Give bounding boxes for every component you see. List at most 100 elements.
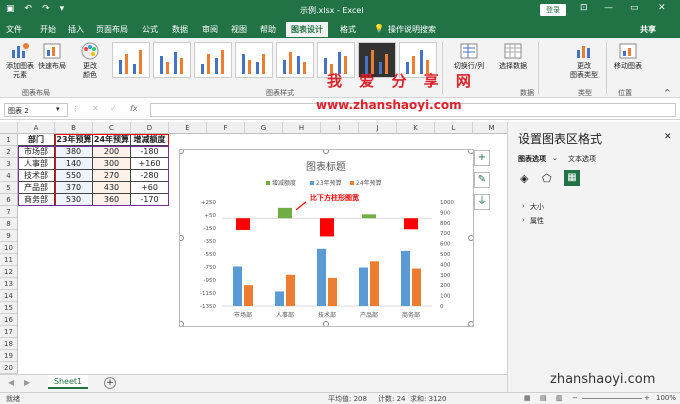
table-cell[interactable]: 140 xyxy=(55,158,93,170)
chart-filter-icon[interactable]: ⏚ xyxy=(474,194,490,210)
tab-view[interactable]: 视图 xyxy=(231,24,247,35)
share-button[interactable]: 共享 xyxy=(640,24,656,35)
expand-properties-icon[interactable]: › xyxy=(522,216,525,224)
enter-icon[interactable]: ✓ xyxy=(110,104,117,113)
column-header[interactable]: H xyxy=(283,122,321,134)
size-properties-icon[interactable]: ▦ xyxy=(564,170,580,186)
pane-close-button[interactable]: ✕ xyxy=(664,132,672,142)
row-header[interactable]: 20 xyxy=(0,362,18,374)
switch-row-column-button[interactable]: 切换行/列 xyxy=(448,42,490,71)
fill-line-icon[interactable]: ◈ xyxy=(520,172,528,185)
tab-chart-design[interactable]: 图表设计 xyxy=(286,22,328,37)
add-sheet-button[interactable]: + xyxy=(104,377,116,389)
table-cell[interactable]: 商务部 xyxy=(18,194,55,206)
column-header[interactable]: A xyxy=(18,122,55,134)
save-icon[interactable]: ▣ xyxy=(6,4,15,14)
table-cell[interactable]: 增减额度 xyxy=(131,134,169,146)
add-chart-element-button[interactable]: 添加图表 元素 xyxy=(6,42,34,80)
quick-layout-button[interactable]: 快速布局 xyxy=(36,42,68,71)
column-header[interactable]: D xyxy=(131,122,169,134)
zoom-slider[interactable] xyxy=(582,398,642,399)
column-header[interactable]: B xyxy=(55,122,93,134)
row-header[interactable]: 3 xyxy=(0,158,18,170)
login-button[interactable]: 登录 xyxy=(540,4,566,16)
table-cell[interactable]: 360 xyxy=(93,194,131,206)
effects-icon[interactable]: ⬠ xyxy=(542,172,552,185)
move-chart-button[interactable]: 移动图表 xyxy=(610,42,646,71)
column-header[interactable]: G xyxy=(245,122,283,134)
tab-format[interactable]: 格式 xyxy=(340,24,356,35)
column-header[interactable]: J xyxy=(359,122,397,134)
redo-icon[interactable]: ↷ xyxy=(42,4,50,14)
table-cell[interactable]: 430 xyxy=(93,182,131,194)
row-header[interactable]: 4 xyxy=(0,170,18,182)
column-header[interactable]: F xyxy=(207,122,245,134)
row-header[interactable]: 5 xyxy=(0,182,18,194)
tab-page-layout[interactable]: 页面布局 xyxy=(96,24,128,35)
table-cell[interactable]: +60 xyxy=(131,182,169,194)
row-header[interactable]: 16 xyxy=(0,314,18,326)
row-header[interactable]: 15 xyxy=(0,302,18,314)
column-header[interactable]: I xyxy=(321,122,359,134)
chart-area[interactable]: 图表标题 增减额度 23年预算 24年预算 +250 +50 -150 -350 -550 -75… xyxy=(178,148,474,327)
table-cell[interactable]: +160 xyxy=(131,158,169,170)
row-header[interactable]: 9 xyxy=(0,230,18,242)
minimize-button[interactable]: — xyxy=(604,3,613,13)
row-header[interactable]: 8 xyxy=(0,218,18,230)
row-header[interactable]: 17 xyxy=(0,326,18,338)
tell-me-search[interactable]: 操作说明搜索 xyxy=(388,24,436,35)
chart-style-2[interactable] xyxy=(153,42,191,78)
restore-button[interactable]: ▭ xyxy=(630,3,639,13)
tab-review[interactable]: 审阅 xyxy=(202,24,218,35)
select-data-button[interactable]: 选择数据 xyxy=(492,42,534,71)
row-header[interactable]: 12 xyxy=(0,266,18,278)
row-header[interactable]: 18 xyxy=(0,338,18,350)
chart-style-5[interactable] xyxy=(276,42,314,78)
row-header[interactable]: 13 xyxy=(0,278,18,290)
row-header[interactable]: 6 xyxy=(0,194,18,206)
close-button[interactable]: ✕ xyxy=(658,3,666,13)
row-header[interactable]: 1 xyxy=(0,134,18,146)
chevron-down-icon[interactable]: ⌄ xyxy=(552,154,558,162)
table-cell[interactable]: -180 xyxy=(131,146,169,158)
change-colors-button[interactable]: 更改 颜色 xyxy=(76,42,104,80)
collapse-ribbon-icon[interactable]: ^ xyxy=(664,88,671,97)
row-header[interactable]: 10 xyxy=(0,242,18,254)
table-cell[interactable]: -280 xyxy=(131,170,169,182)
table-cell[interactable]: 市场部 xyxy=(18,146,55,158)
undo-icon[interactable]: ↶ xyxy=(25,4,33,14)
table-cell[interactable]: 24年预算 xyxy=(93,134,131,146)
table-cell[interactable]: 产品部 xyxy=(18,182,55,194)
table-cell[interactable]: 300 xyxy=(93,158,131,170)
tab-file[interactable]: 文件 xyxy=(6,24,22,35)
sheet-tab-sheet1[interactable]: Sheet1 xyxy=(48,375,88,389)
cancel-icon[interactable]: ✕ xyxy=(92,104,99,113)
pane-section-properties[interactable]: 属性 xyxy=(530,216,544,226)
table-cell[interactable]: 370 xyxy=(55,182,93,194)
table-cell[interactable]: 人事部 xyxy=(18,158,55,170)
table-cell[interactable]: 部门 xyxy=(18,134,55,146)
row-header[interactable]: 19 xyxy=(0,350,18,362)
zoom-out-icon[interactable]: − xyxy=(572,394,578,402)
pane-tab-text-options[interactable]: 文本选项 xyxy=(568,154,596,164)
column-header[interactable]: M xyxy=(473,122,507,134)
page-layout-view-icon[interactable]: ▤ xyxy=(540,394,547,402)
name-box-dropdown-icon[interactable]: ▾ xyxy=(56,105,60,113)
column-header[interactable]: K xyxy=(397,122,435,134)
tab-insert[interactable]: 插入 xyxy=(68,24,84,35)
tab-formulas[interactable]: 公式 xyxy=(142,24,158,35)
tab-home[interactable]: 开始 xyxy=(40,24,56,35)
chart-styles-brush-icon[interactable]: ✎ xyxy=(474,172,490,188)
scroll-left-icon[interactable]: ◀ xyxy=(8,378,14,387)
select-all-corner[interactable] xyxy=(0,122,18,134)
row-header[interactable]: 14 xyxy=(0,290,18,302)
table-cell[interactable]: 380 xyxy=(55,146,93,158)
ribbon-display-icon[interactable]: ⊡ xyxy=(580,3,588,13)
zoom-level[interactable]: 100% xyxy=(656,394,676,402)
table-cell[interactable]: 200 xyxy=(93,146,131,158)
column-header[interactable]: L xyxy=(435,122,473,134)
table-cell[interactable]: 270 xyxy=(93,170,131,182)
table-cell[interactable]: 550 xyxy=(55,170,93,182)
chart-style-3[interactable] xyxy=(194,42,232,78)
change-chart-type-button[interactable]: 更改 图表类型 xyxy=(564,42,604,80)
